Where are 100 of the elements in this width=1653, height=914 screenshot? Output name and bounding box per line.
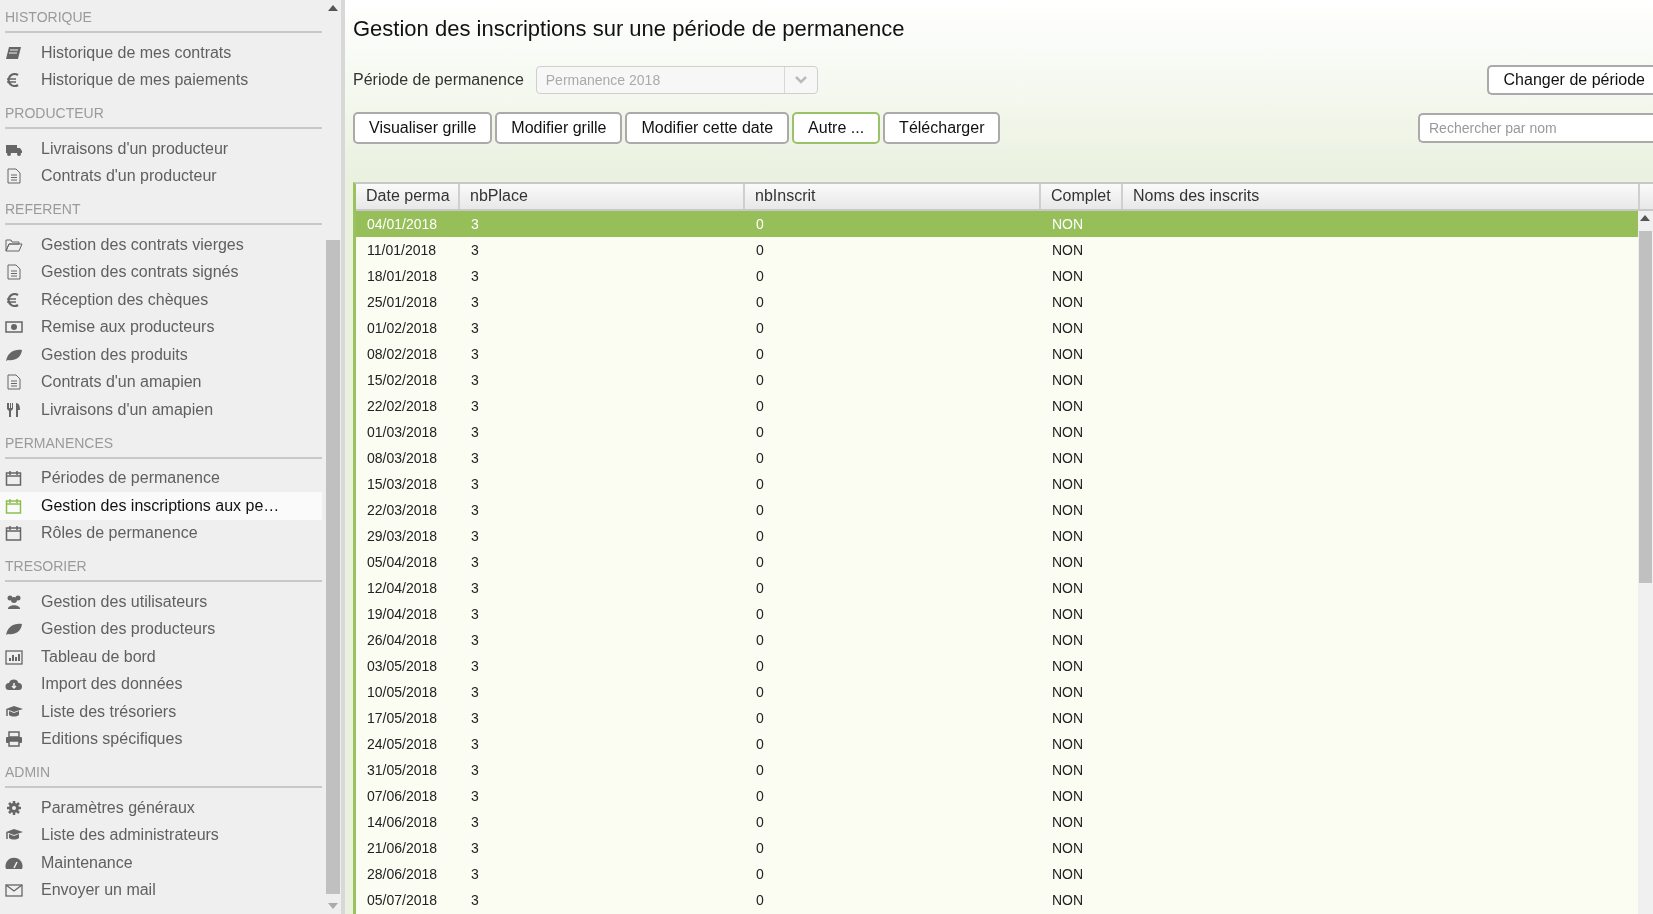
sidebar-item[interactable]: Gestion des utilisateurs — [0, 588, 322, 616]
table-row[interactable]: 22/03/2018 3 0 NON — [356, 497, 1638, 523]
table-cell-text: 3 — [470, 892, 480, 908]
table-cell-text: 3 — [470, 606, 480, 622]
sidebar-item[interactable]: Historique de mes paiements — [0, 66, 322, 94]
scrollbar[interactable] — [325, 0, 341, 914]
table-row[interactable]: 29/03/2018 3 0 NON — [356, 523, 1638, 549]
table-row[interactable]: 26/04/2018 3 0 NON — [356, 627, 1638, 653]
table-row[interactable]: 01/02/2018 3 0 NON — [356, 315, 1638, 341]
table-row[interactable]: 10/05/2018 3 0 NON — [356, 679, 1638, 705]
table-cell-text: NON — [1051, 502, 1085, 518]
change-period-button[interactable]: Changer de période — [1486, 65, 1653, 95]
action-button[interactable]: Modifier cette date — [625, 112, 790, 144]
table-cell-text: 3 — [470, 736, 480, 752]
scrollbar[interactable] — [1638, 211, 1653, 914]
column-header[interactable]: Noms des inscrits — [1123, 184, 1640, 209]
section-title: ADMIN — [5, 764, 51, 780]
section-title: PERMANENCES — [5, 434, 114, 451]
sidebar-item[interactable]: Paramètres généraux — [0, 794, 322, 822]
column-header[interactable]: nbInscrit — [745, 184, 1041, 209]
sidebar-item[interactable]: Tableau de bord — [0, 643, 322, 671]
table-row[interactable]: 05/04/2018 3 0 NON — [356, 549, 1638, 575]
table-cell-text: 3 — [470, 762, 480, 778]
table-row[interactable]: 19/04/2018 3 0 NON — [356, 601, 1638, 627]
table-cell-text: NON — [1051, 658, 1085, 674]
table-row[interactable]: 11/01/2018 3 0 NON — [356, 237, 1638, 263]
sidebar-item[interactable]: Livraisons d'un amapien — [0, 396, 322, 424]
table-cell-text: 0 — [755, 346, 765, 362]
table-row[interactable]: 31/05/2018 3 0 NON — [356, 757, 1638, 783]
sidebar-item[interactable]: Gestion des contrats signés — [0, 258, 322, 286]
table-row[interactable]: 25/01/2018 3 0 NON — [356, 289, 1638, 315]
sidebar-item[interactable]: Périodes de permanence — [0, 464, 322, 492]
sidebar-item[interactable]: Gestion des produits — [0, 341, 322, 369]
document-icon — [5, 264, 23, 281]
settings-icon — [5, 799, 23, 816]
table-cell-text: NON — [1051, 372, 1085, 388]
action-button[interactable]: Modifier grille — [495, 112, 623, 144]
calendar-icon — [5, 497, 23, 514]
table-row[interactable]: 03/05/2018 3 0 NON — [356, 653, 1638, 679]
table-cell-text: NON — [1051, 294, 1085, 310]
field-label: Période de permanence — [353, 71, 524, 89]
sidebar-item[interactable]: Import des données — [0, 670, 322, 698]
table-row[interactable]: 22/02/2018 3 0 NON — [356, 393, 1638, 419]
table-row[interactable]: 15/02/2018 3 0 NON — [356, 367, 1638, 393]
scroll-up-arrow[interactable] — [1640, 215, 1650, 221]
table-row[interactable]: 08/03/2018 3 0 NON — [356, 445, 1638, 471]
sidebar-item[interactable]: Gestion des inscriptions aux pe… — [0, 492, 322, 520]
table-row[interactable]: 14/06/2018 3 0 NON — [356, 809, 1638, 835]
sidebar-item[interactable]: Réception des chèques — [0, 286, 322, 314]
table-cell-text: 0 — [755, 476, 765, 492]
sidebar-item[interactable]: Contrats d'un producteur — [0, 162, 322, 190]
table-cell-text: 0 — [755, 372, 765, 388]
sidebar-item[interactable]: Historique de mes contrats — [0, 39, 322, 67]
table-row[interactable]: 21/06/2018 3 0 NON — [356, 835, 1638, 861]
table-cell-text: NON — [1051, 554, 1085, 570]
sidebar-item[interactable]: Envoyer un mail — [0, 876, 322, 904]
table-row[interactable]: 17/05/2018 3 0 NON — [356, 705, 1638, 731]
table-row[interactable]: 18/01/2018 3 0 NON — [356, 263, 1638, 289]
column-header[interactable]: Date perma — [356, 184, 460, 209]
table-row[interactable]: 01/03/2018 3 0 NON — [356, 419, 1638, 445]
table-cell-text: NON — [1051, 268, 1085, 284]
table-cell-text: 3 — [470, 684, 480, 700]
action-button[interactable]: Télécharger — [883, 112, 1001, 144]
sidebar-item[interactable]: Remise aux producteurs — [0, 313, 322, 341]
users-icon — [5, 593, 23, 610]
table-row[interactable]: 12/04/2018 3 0 NON — [356, 575, 1638, 601]
sidebar-item[interactable]: Gestion des contrats vierges — [0, 231, 322, 259]
column-header[interactable]: nbPlace — [460, 184, 745, 209]
sidebar-item[interactable]: Maintenance — [0, 849, 322, 877]
sidebar-item[interactable]: Contrats d'un amapien — [0, 368, 322, 396]
table-cell-text: 0 — [755, 710, 765, 726]
table-row[interactable]: 05/07/2018 3 0 NON — [356, 887, 1638, 913]
table-row[interactable]: 07/06/2018 3 0 NON — [356, 783, 1638, 809]
sidebar-item[interactable]: Editions spécifiques — [0, 725, 322, 753]
table-row[interactable]: 24/05/2018 3 0 NON — [356, 731, 1638, 757]
table-row[interactable]: 15/03/2018 3 0 NON — [356, 471, 1638, 497]
table-cell-text: 3 — [470, 372, 480, 388]
table-cell-text: 21/06/2018 — [366, 840, 439, 856]
table-cell-text: NON — [1051, 606, 1085, 622]
table-row[interactable]: 28/06/2018 3 0 NON — [356, 861, 1638, 887]
table-cell-text: NON — [1051, 632, 1085, 648]
section-title: PRODUCTEUR — [5, 105, 104, 121]
action-button[interactable]: Autre ... — [792, 112, 881, 144]
book-icon — [5, 44, 23, 61]
table-cell-text: 0 — [755, 606, 765, 622]
sidebar-item[interactable]: Liste des administrateurs — [0, 821, 322, 849]
scrollbar-thumb[interactable] — [1639, 231, 1652, 583]
printer-icon — [5, 731, 23, 748]
table-cell-text: 0 — [755, 580, 765, 596]
scrollbar-thumb[interactable] — [326, 240, 340, 894]
action-button[interactable]: Visualiser grille — [353, 112, 493, 144]
table-row[interactable]: 08/02/2018 3 0 NON — [356, 341, 1638, 367]
column-header[interactable]: Complet — [1041, 184, 1123, 209]
table-cell-text: 3 — [470, 242, 480, 258]
sidebar-item[interactable]: Gestion des producteurs — [0, 615, 322, 643]
search-field[interactable]: Rechercher par nom — [1418, 113, 1653, 143]
table-cell-text: 0 — [755, 762, 765, 778]
sidebar-item[interactable]: Rôles de permanence — [0, 519, 322, 547]
sidebar-item[interactable]: Liste des trésoriers — [0, 698, 322, 726]
sidebar-item[interactable]: Livraisons d'un producteur — [0, 135, 322, 163]
